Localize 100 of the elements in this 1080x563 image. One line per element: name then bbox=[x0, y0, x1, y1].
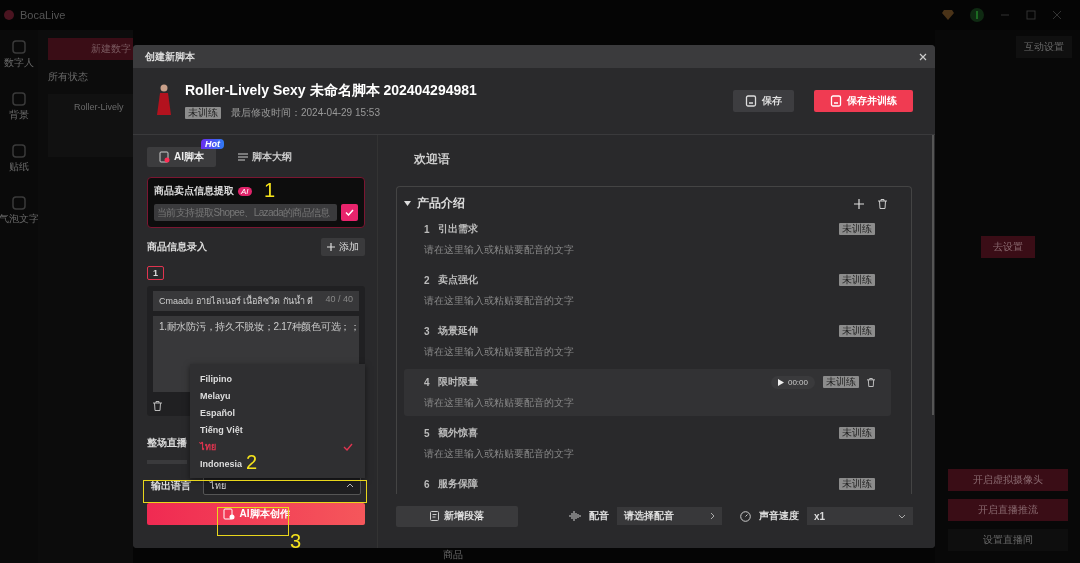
speedometer-icon bbox=[740, 510, 751, 522]
ai-badge: AI bbox=[238, 186, 252, 196]
script-title: Roller-Lively Sexy 未命名脚本 202404294981 bbox=[185, 82, 477, 100]
paragraph-title: 引出需求 bbox=[437, 222, 478, 236]
paragraph-row[interactable]: 1 引出需求 未训练 请在这里输入或粘贴要配音的文字 bbox=[404, 216, 891, 263]
live-label: 整场直播 bbox=[147, 436, 187, 450]
paragraph-text-field[interactable]: 请在这里输入或粘贴要配音的文字 bbox=[424, 294, 574, 308]
annotation-number: 1 bbox=[264, 180, 276, 200]
language-option[interactable]: Tiếng Việt bbox=[200, 424, 243, 435]
trash-icon[interactable] bbox=[153, 401, 162, 411]
status-filter[interactable]: 所有状态 bbox=[48, 70, 133, 84]
paragraph-text-field[interactable]: 请在这里输入或粘贴要配音的文字 bbox=[424, 447, 574, 461]
document-icon bbox=[830, 95, 842, 107]
speed-select[interactable]: x1 bbox=[807, 507, 913, 525]
paragraph-number: 4 bbox=[424, 376, 430, 388]
paragraph-row[interactable]: 4 限时限量 00:00 未训练 请在这里输入或粘贴要配音的文字 bbox=[404, 369, 891, 416]
paragraph-title: 卖点强化 bbox=[437, 273, 478, 287]
live-action-button[interactable]: 开启直播推流 bbox=[947, 499, 1068, 521]
add-button[interactable]: 添加 bbox=[321, 238, 365, 256]
list-icon bbox=[238, 153, 248, 161]
paragraph-title: 服务保障 bbox=[437, 477, 478, 491]
figure-drawing bbox=[155, 84, 173, 118]
welcome-heading: 欢迎语 bbox=[414, 151, 451, 168]
check-icon bbox=[345, 209, 354, 216]
document-icon bbox=[430, 511, 440, 521]
live-action-button[interactable]: 开启虚拟摄像头 bbox=[947, 469, 1068, 491]
setup-button[interactable]: 去设置 bbox=[980, 236, 1035, 258]
language-option[interactable]: Indonesia bbox=[200, 458, 242, 469]
gem-icon[interactable] bbox=[942, 10, 954, 20]
app-logo-icon bbox=[4, 10, 14, 20]
sidebar-label[interactable]: 背景 bbox=[9, 108, 29, 122]
sidebar-icon[interactable] bbox=[12, 40, 26, 54]
status-badge: 未训练 bbox=[823, 376, 859, 388]
paragraph-number: 2 bbox=[424, 274, 430, 286]
paragraph-row[interactable]: 6 服务保障 未训练 bbox=[404, 471, 891, 494]
play-button[interactable]: 00:00 bbox=[770, 375, 815, 389]
caret-icon bbox=[898, 513, 906, 519]
chevron-icon bbox=[710, 512, 715, 520]
sidebar-icon[interactable] bbox=[12, 92, 26, 106]
paragraph-title: 场景延伸 bbox=[437, 324, 478, 338]
plus-icon bbox=[327, 243, 335, 251]
caret-icon bbox=[346, 483, 354, 488]
confirm-button[interactable] bbox=[341, 204, 358, 221]
paragraph-number: 5 bbox=[424, 427, 430, 439]
save-button[interactable]: 保存 bbox=[733, 90, 794, 112]
sidebar-label[interactable]: 数字人 bbox=[4, 56, 34, 70]
status-badge: 未训练 bbox=[839, 478, 875, 490]
paragraph-number: 1 bbox=[424, 223, 430, 235]
avatar-card[interactable]: Roller-Lively bbox=[48, 94, 133, 157]
language-option[interactable]: Español bbox=[200, 407, 235, 418]
trash-icon[interactable] bbox=[878, 198, 887, 209]
product-name-field[interactable]: Cmaadu อายไลเนอร์ เนื้อลิซวิด กันน้ำ ดี 40 / 40 bbox=[153, 291, 359, 311]
language-option[interactable]: Melayu bbox=[200, 390, 231, 401]
app-name: BocaLive bbox=[20, 9, 66, 21]
status-badge: 未训练 bbox=[839, 223, 875, 235]
status-badge: 未训练 bbox=[185, 107, 221, 119]
dialog-title: 创建新脚本 bbox=[145, 49, 195, 64]
paragraph-text-field[interactable]: 请在这里输入或粘贴要配音的文字 bbox=[424, 396, 574, 410]
paragraph-text-field[interactable]: 请在这里输入或粘贴要配音的文字 bbox=[424, 243, 574, 257]
language-option[interactable]: Filipino bbox=[200, 373, 232, 384]
paragraph-title: 限时限量 bbox=[437, 375, 478, 389]
add-icon[interactable] bbox=[854, 198, 864, 209]
annotation-number: 2 bbox=[246, 452, 258, 472]
tab[interactable]: AI脚本 bbox=[147, 147, 216, 167]
trash-icon[interactable] bbox=[867, 377, 875, 387]
hot-badge: Hot bbox=[201, 139, 224, 149]
extract-title: 商品卖点信息提取 bbox=[154, 184, 234, 198]
sidebar-icon[interactable] bbox=[12, 144, 26, 158]
avatar-name: Roller-Lively bbox=[74, 102, 124, 112]
item-number[interactable]: 1 bbox=[147, 266, 164, 280]
play-icon bbox=[777, 378, 784, 386]
voice-select[interactable]: 请选择配音 bbox=[617, 507, 722, 525]
add-paragraph-button[interactable]: 新增段落 bbox=[396, 505, 518, 527]
voice-label: 配音 bbox=[589, 509, 609, 523]
paragraph-row[interactable]: 3 场景延伸 未训练 请在这里输入或粘贴要配音的文字 bbox=[404, 318, 891, 365]
interaction-settings-button[interactable]: 互动设置 bbox=[1016, 36, 1072, 58]
paragraph-title: 额外惊喜 bbox=[437, 426, 478, 440]
sidebar-label[interactable]: 气泡文字 bbox=[0, 212, 39, 226]
status-badge: 未训练 bbox=[839, 274, 875, 286]
status-badge: 未训练 bbox=[839, 427, 875, 439]
paragraph-row[interactable]: 2 卖点强化 未训练 请在这里输入或粘贴要配音的文字 bbox=[404, 267, 891, 314]
status-icon[interactable] bbox=[970, 8, 984, 22]
document-icon bbox=[222, 508, 235, 520]
save-icon bbox=[745, 95, 757, 107]
document-icon bbox=[159, 151, 170, 163]
paragraph-row[interactable]: 5 额外惊喜 未训练 请在这里输入或粘贴要配音的文字 bbox=[404, 420, 891, 467]
speed-label: 声音速度 bbox=[759, 509, 799, 523]
section-label: 商品信息录入 bbox=[147, 240, 207, 254]
sidebar-label[interactable]: 贴纸 bbox=[9, 160, 29, 174]
output-language-label: 输出语言 bbox=[151, 478, 191, 493]
paragraph-text-field[interactable]: 请在这里输入或粘贴要配音的文字 bbox=[424, 345, 574, 359]
section-title: 产品介绍 bbox=[417, 195, 465, 212]
live-action-button[interactable]: 设置直播间 bbox=[947, 529, 1068, 551]
waveform-icon bbox=[569, 511, 581, 521]
caret-icon[interactable] bbox=[404, 201, 411, 206]
modified-time: 最后修改时间：2024-04-29 15:53 bbox=[231, 106, 380, 120]
sidebar-icon[interactable] bbox=[12, 196, 26, 210]
save-train-button[interactable]: 保存并训练 bbox=[814, 90, 913, 112]
tab[interactable]: 脚本大纲 bbox=[226, 147, 304, 167]
annotation-number: 3 bbox=[290, 531, 302, 551]
